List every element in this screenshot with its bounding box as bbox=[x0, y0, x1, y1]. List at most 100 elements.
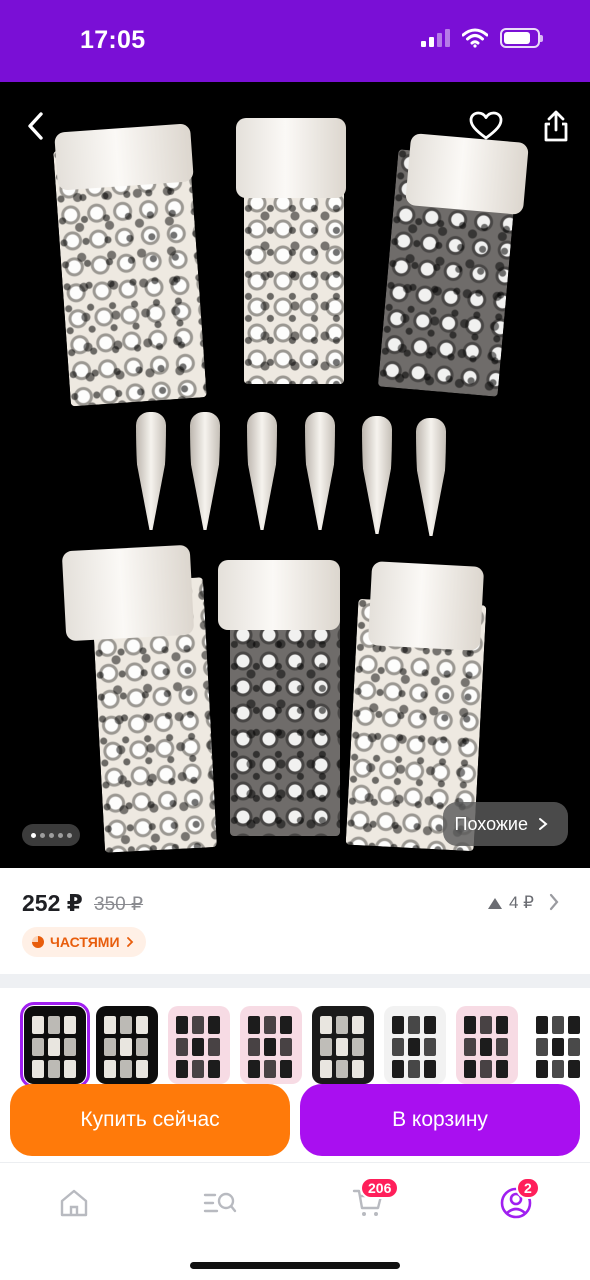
variant-thumbnail[interactable] bbox=[96, 1006, 158, 1084]
variant-swatch bbox=[208, 1016, 220, 1034]
nail-tip bbox=[247, 412, 277, 530]
variant-swatch bbox=[64, 1038, 76, 1056]
home-indicator bbox=[190, 1262, 400, 1269]
variant-swatch bbox=[464, 1016, 476, 1034]
carousel-dot bbox=[57, 832, 63, 838]
variant-swatch bbox=[48, 1060, 60, 1078]
variant-swatch bbox=[176, 1016, 188, 1034]
current-price: 252 ₽ bbox=[22, 890, 83, 916]
carousel-dot bbox=[30, 832, 36, 838]
variant-swatch bbox=[136, 1016, 148, 1034]
variant-swatch bbox=[552, 1038, 564, 1056]
variant-thumbnail[interactable] bbox=[168, 1006, 230, 1084]
share-button[interactable] bbox=[534, 104, 578, 148]
variant-swatch bbox=[336, 1060, 348, 1078]
variant-swatch bbox=[568, 1038, 580, 1056]
variant-thumbnail[interactable] bbox=[456, 1006, 518, 1084]
signal-icon bbox=[421, 29, 450, 47]
status-bar: 17:05 bbox=[0, 0, 590, 82]
variant-swatch bbox=[320, 1038, 332, 1056]
variant-swatch bbox=[352, 1060, 364, 1078]
variant-swatch bbox=[464, 1060, 476, 1078]
variant-swatch bbox=[480, 1016, 492, 1034]
profile-badge: 2 bbox=[516, 1177, 540, 1199]
variant-swatch bbox=[408, 1016, 420, 1034]
variant-swatch bbox=[208, 1060, 220, 1078]
variant-swatch bbox=[48, 1038, 60, 1056]
nail-tip bbox=[416, 418, 446, 536]
installments-chip[interactable]: ЧАСТЯМИ bbox=[22, 927, 146, 957]
variant-swatch bbox=[424, 1060, 436, 1078]
pie-icon bbox=[32, 936, 44, 948]
variant-thumbnail[interactable] bbox=[312, 1006, 374, 1084]
variant-swatch bbox=[64, 1060, 76, 1078]
add-to-cart-button[interactable]: В корзину bbox=[300, 1084, 580, 1156]
chevron-left-icon bbox=[28, 112, 43, 140]
carousel-indicator bbox=[22, 824, 80, 846]
variant-swatch bbox=[496, 1060, 508, 1078]
variant-swatch bbox=[280, 1016, 292, 1034]
nav-home[interactable] bbox=[54, 1183, 94, 1223]
similar-button[interactable]: Похожие bbox=[442, 802, 568, 846]
cart-badge: 206 bbox=[360, 1177, 400, 1199]
variant-thumbnail[interactable] bbox=[384, 1006, 446, 1084]
carousel-dot bbox=[48, 832, 54, 838]
variant-swatch bbox=[248, 1060, 260, 1078]
bonus-value: 4 ₽ bbox=[509, 893, 534, 912]
variant-swatch bbox=[104, 1038, 116, 1056]
variant-swatch bbox=[536, 1060, 548, 1078]
variant-swatch bbox=[480, 1038, 492, 1056]
variant-swatch bbox=[120, 1038, 132, 1056]
variant-swatch bbox=[192, 1060, 204, 1078]
variant-swatch bbox=[480, 1060, 492, 1078]
similar-label: Похожие bbox=[454, 813, 528, 834]
wifi-icon bbox=[462, 28, 488, 48]
variant-swatch bbox=[32, 1038, 44, 1056]
variant-selector bbox=[0, 988, 590, 1098]
bonus-points[interactable]: 4 ₽ bbox=[487, 893, 534, 913]
variant-swatch bbox=[352, 1038, 364, 1056]
variant-swatch bbox=[552, 1060, 564, 1078]
variant-swatch bbox=[392, 1016, 404, 1034]
variant-swatch bbox=[424, 1016, 436, 1034]
variant-swatch bbox=[392, 1038, 404, 1056]
variant-swatch bbox=[496, 1016, 508, 1034]
nail-tip bbox=[190, 412, 220, 530]
status-time: 17:05 bbox=[80, 26, 146, 54]
catalog-search-icon bbox=[203, 1192, 237, 1213]
buy-now-button[interactable]: Купить сейчас bbox=[10, 1084, 290, 1156]
battery-icon bbox=[500, 28, 543, 48]
foil-roll bbox=[230, 596, 340, 836]
back-button[interactable] bbox=[14, 104, 58, 148]
variant-swatch bbox=[248, 1016, 260, 1034]
section-divider bbox=[0, 974, 590, 988]
chevron-right-icon[interactable] bbox=[548, 892, 560, 912]
variant-swatch bbox=[424, 1038, 436, 1056]
heart-icon bbox=[469, 111, 503, 140]
price-card: 252 ₽ 350 ₽ 4 ₽ ЧАСТЯМИ bbox=[0, 868, 590, 974]
product-image[interactable]: Похожие bbox=[0, 82, 590, 868]
triangle-up-icon bbox=[488, 897, 502, 909]
favorite-button[interactable] bbox=[464, 104, 508, 148]
variant-swatch bbox=[568, 1016, 580, 1034]
variant-thumbnail[interactable] bbox=[528, 1006, 590, 1084]
variant-swatch bbox=[352, 1016, 364, 1034]
old-price: 350 ₽ bbox=[94, 894, 144, 915]
variant-swatch bbox=[392, 1060, 404, 1078]
variant-swatch bbox=[336, 1038, 348, 1056]
variant-swatch bbox=[64, 1016, 76, 1034]
variant-swatch bbox=[264, 1038, 276, 1056]
variant-swatch bbox=[496, 1038, 508, 1056]
variant-swatch bbox=[568, 1060, 580, 1078]
carousel-dot bbox=[66, 832, 72, 838]
variant-thumbnail[interactable] bbox=[20, 1002, 90, 1088]
nav-catalog[interactable] bbox=[200, 1183, 240, 1223]
variant-swatch bbox=[176, 1060, 188, 1078]
variant-swatch bbox=[208, 1038, 220, 1056]
variant-swatch bbox=[552, 1016, 564, 1034]
nail-tip bbox=[362, 416, 392, 534]
variant-swatch bbox=[320, 1060, 332, 1078]
variant-thumbnail[interactable] bbox=[240, 1006, 302, 1084]
variant-swatch bbox=[280, 1060, 292, 1078]
variant-swatch bbox=[280, 1038, 292, 1056]
